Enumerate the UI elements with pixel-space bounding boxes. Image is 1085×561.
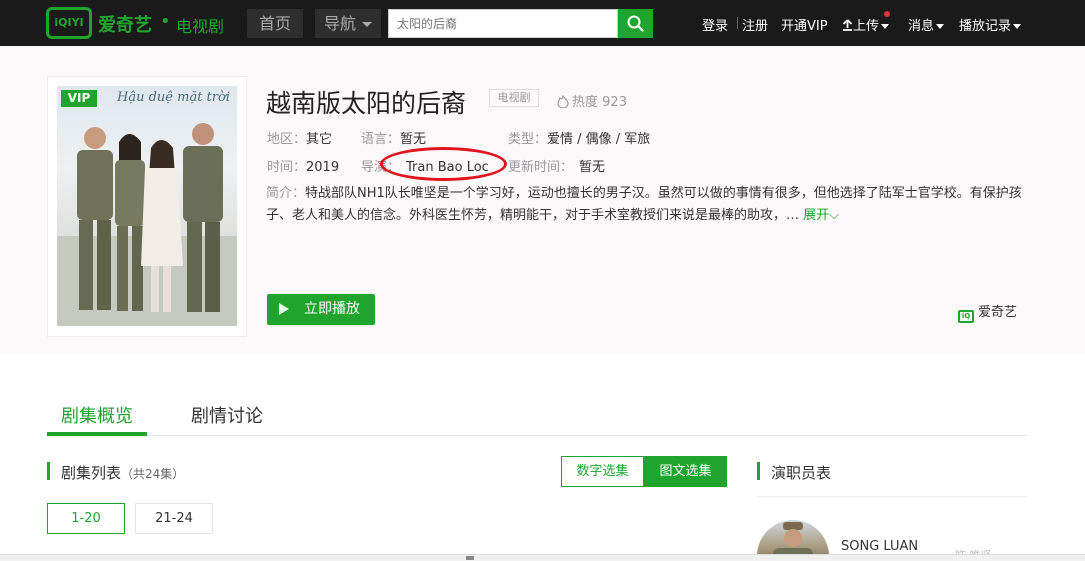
episode-range-1-20[interactable]: 1-20 (47, 503, 125, 534)
heat-value: 923 (602, 95, 627, 110)
source-label: 爱奇艺 (978, 305, 1018, 320)
synopsis-text: 特战部队NH1队长唯坚是一个学习好，运动也擅长的男子汉。虽然可以做的事情有很多，… (266, 186, 1022, 223)
language-info: 语言：暂无 (361, 128, 426, 147)
language-label: 语言： (361, 132, 401, 147)
section-marker (757, 462, 760, 480)
language-value: 暂无 (400, 132, 427, 147)
region-info: 地区：其它 (267, 128, 332, 147)
episode-list-title: 剧集列表（共24集） (61, 462, 184, 483)
home-button[interactable]: 首页 (247, 9, 303, 38)
top-navigation-bar: iQIYI 爱奇艺 • 电视剧 首页 导航 登录 注册 开通VIP 上传 消息 … (0, 0, 1085, 46)
expand-label: 展开 (803, 208, 830, 223)
type-tag[interactable]: 电视剧 (489, 89, 539, 107)
chevron-down-icon (936, 24, 945, 29)
scrollbar-thumb[interactable] (466, 556, 474, 560)
episode-range-21-24[interactable]: 21-24 (135, 503, 213, 534)
year-label: 时间： (267, 160, 307, 175)
update-info: 更新时间： 暂无 (508, 156, 605, 175)
active-tab-indicator (47, 432, 147, 436)
tab-discussion[interactable]: 剧情讨论 (191, 402, 263, 428)
update-value: 暂无 (579, 160, 606, 175)
horizontal-scrollbar[interactable] (0, 554, 1085, 561)
year-info: 时间：2019 (267, 156, 339, 175)
image-select-button[interactable]: 图文选集 (644, 456, 727, 487)
search-icon (627, 15, 644, 32)
tab-overview[interactable]: 剧集概览 (61, 402, 133, 428)
play-now-button[interactable]: 立即播放 (267, 294, 375, 325)
upload-label: 上传 (853, 19, 880, 34)
poster-illustration (57, 123, 237, 326)
show-poster[interactable] (57, 86, 237, 326)
search-button[interactable] (618, 9, 653, 38)
search-input[interactable] (388, 9, 618, 38)
chevron-down-icon (881, 24, 890, 29)
divider (737, 17, 738, 29)
messages-menu[interactable]: 消息 (908, 15, 945, 34)
heat-indicator: 热度 923 (557, 91, 627, 110)
history-label: 播放记录 (959, 19, 1012, 34)
source-platform[interactable]: iQ 爱奇艺 (958, 301, 1017, 323)
section-marker (47, 462, 50, 480)
region-label: 地区： (267, 132, 307, 147)
synopsis: 简介：特战部队NH1队长唯坚是一个学习好，运动也擅长的男子汉。虽然可以做的事情有… (266, 183, 1036, 227)
episode-count: （共24集） (121, 467, 185, 481)
cast-divider (757, 496, 1027, 497)
history-menu[interactable]: 播放记录 (959, 15, 1022, 34)
episode-list-label: 剧集列表 (61, 464, 122, 482)
vip-badge: VIP (61, 90, 97, 107)
login-link[interactable]: 登录 (702, 15, 728, 34)
iqiyi-small-icon: iQ (958, 310, 974, 323)
messages-label: 消息 (908, 19, 935, 34)
heat-label: 热度 (572, 95, 599, 110)
poster-script-title: Hậu duệ mặt trời (117, 90, 230, 105)
expand-link[interactable]: 展开⌵ (803, 208, 839, 223)
open-vip-link[interactable]: 开通VIP (781, 15, 828, 34)
logo-text[interactable]: 爱奇艺 (98, 11, 152, 37)
update-label: 更新时间： (508, 160, 574, 175)
play-icon (279, 303, 289, 315)
tab-divider (47, 435, 1027, 436)
heat-icon (557, 94, 569, 109)
synopsis-label: 简介： (266, 186, 306, 201)
year-value: 2019 (306, 160, 340, 175)
genre-label: 类型： (508, 132, 548, 147)
show-title: 越南版太阳的后裔 (266, 89, 467, 118)
upload-menu[interactable]: 上传 (842, 15, 890, 34)
nav-dropdown[interactable]: 导航 (315, 9, 381, 38)
region-value[interactable]: 其它 (306, 132, 332, 147)
cast-member-name[interactable]: SONG LUAN (841, 539, 918, 554)
logo-dot: • (160, 11, 171, 32)
nav-dropdown-label: 导航 (324, 14, 357, 33)
genre-value[interactable]: 爱情 / 偶像 / 军旅 (547, 132, 650, 147)
chevron-down-icon: ⌵ (829, 208, 840, 223)
iqiyi-logo[interactable]: iQIYI (46, 7, 92, 39)
channel-label[interactable]: 电视剧 (176, 13, 224, 37)
register-link[interactable]: 注册 (742, 15, 768, 34)
play-now-label: 立即播放 (304, 301, 360, 317)
cast-title: 演职员表 (771, 464, 832, 482)
highlight-circle (380, 147, 507, 181)
upload-icon (842, 19, 853, 31)
chevron-down-icon (362, 22, 372, 27)
number-select-button[interactable]: 数字选集 (561, 456, 644, 487)
genre-info: 类型：爱情 / 偶像 / 军旅 (508, 128, 650, 147)
chevron-down-icon (1013, 24, 1022, 29)
notification-dot (884, 11, 890, 17)
